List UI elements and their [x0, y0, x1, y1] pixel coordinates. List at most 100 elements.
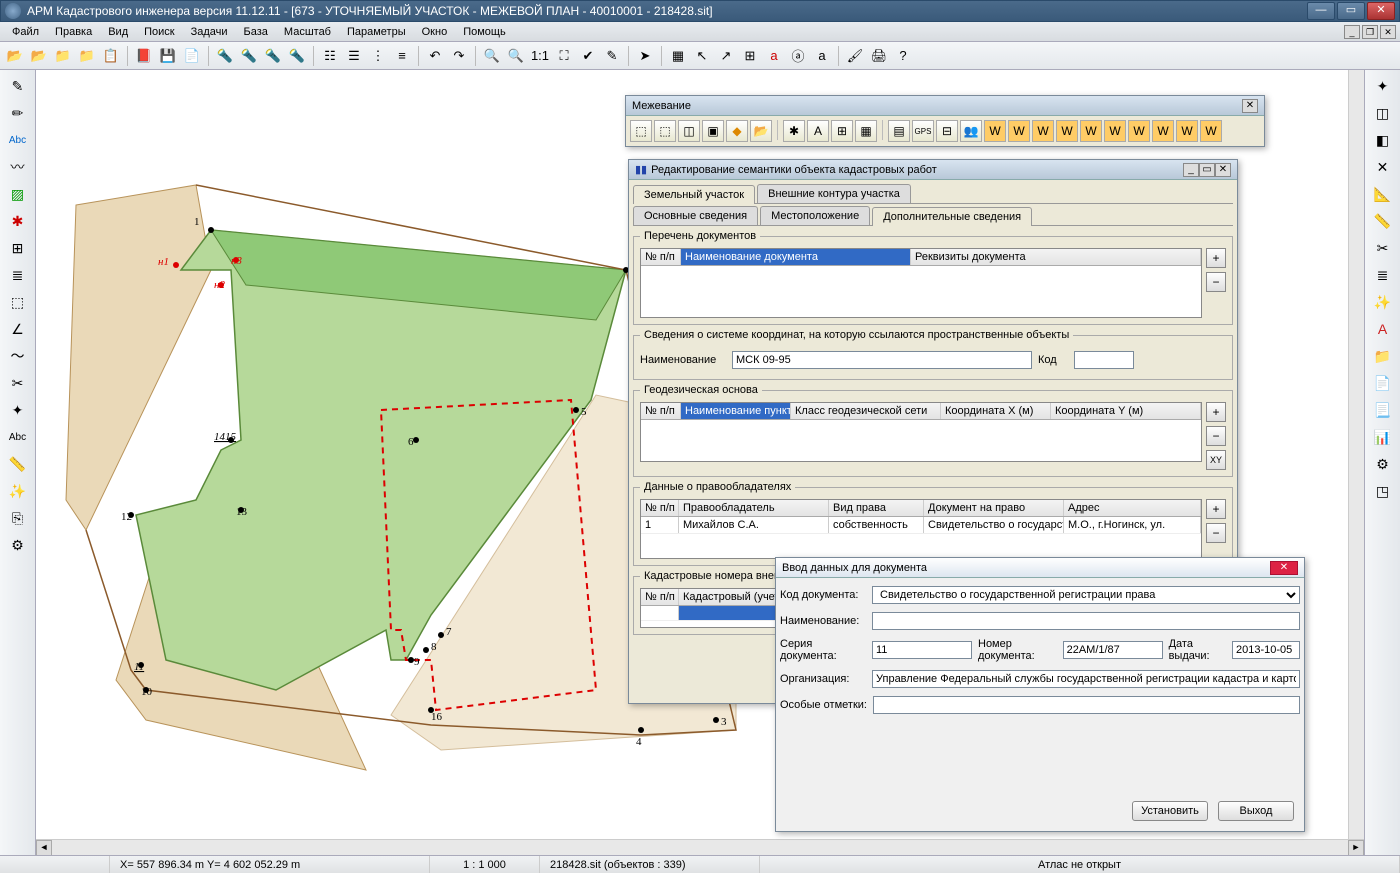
geo-xy-button[interactable]: XY: [1206, 450, 1226, 470]
doc-number-input[interactable]: [1063, 641, 1163, 659]
scissors-icon[interactable]: ✂: [6, 371, 30, 395]
coordsys-code-input[interactable]: [1074, 351, 1134, 369]
vertical-scrollbar[interactable]: [1348, 70, 1364, 839]
curve-icon[interactable]: 〜: [6, 344, 30, 368]
menu-scale[interactable]: Масштаб: [276, 24, 339, 40]
menu-file[interactable]: Файл: [4, 24, 47, 40]
r-tool3-icon[interactable]: ◧: [1371, 128, 1395, 152]
polyline-icon[interactable]: 〰: [6, 155, 30, 179]
r-compass-icon[interactable]: ✕: [1371, 155, 1395, 179]
cursor2-icon[interactable]: ↖: [691, 45, 713, 67]
doc-ok-button[interactable]: Установить: [1132, 801, 1208, 821]
open4-icon[interactable]: 📁: [76, 45, 98, 67]
print-icon[interactable]: 🖨: [868, 45, 890, 67]
mt-a-icon[interactable]: A: [807, 120, 829, 142]
table-icon[interactable]: ▦: [667, 45, 689, 67]
owner-remove-button[interactable]: −: [1206, 523, 1226, 543]
semantics-close-button[interactable]: ✕: [1215, 163, 1231, 177]
open2-icon[interactable]: 📂: [28, 45, 50, 67]
menu-help[interactable]: Помощь: [455, 24, 514, 40]
r-tool-last-icon[interactable]: ◳: [1371, 479, 1395, 503]
cursor3-icon[interactable]: ↗: [715, 45, 737, 67]
zoomout-icon[interactable]: 🔍: [505, 45, 527, 67]
mt-poly1-icon[interactable]: ⬚: [630, 120, 652, 142]
flashlight3-icon[interactable]: 🔦: [262, 45, 284, 67]
flashlight1-icon[interactable]: 🔦: [214, 45, 236, 67]
doc-date-input[interactable]: [1232, 641, 1300, 659]
menu-base[interactable]: База: [236, 24, 276, 40]
doc-org-input[interactable]: [872, 670, 1300, 688]
pen-icon[interactable]: ✎: [6, 74, 30, 98]
r-doc-icon[interactable]: 📄: [1371, 371, 1395, 395]
mdi-min-button[interactable]: _: [1344, 25, 1360, 39]
mt-diamond-icon[interactable]: ◆: [726, 120, 748, 142]
ruler-icon[interactable]: 📏: [6, 452, 30, 476]
mt-w1-icon[interactable]: W: [984, 120, 1006, 142]
mdi-close-button[interactable]: ✕: [1380, 25, 1396, 39]
mt-w3-icon[interactable]: W: [1032, 120, 1054, 142]
menu-tasks[interactable]: Задачи: [183, 24, 236, 40]
mt-poly4-icon[interactable]: ▣: [702, 120, 724, 142]
mt-org-icon[interactable]: 👥: [960, 120, 982, 142]
mt-w2-icon[interactable]: W: [1008, 120, 1030, 142]
mt-open-icon[interactable]: 📂: [750, 120, 772, 142]
subtab-location[interactable]: Местоположение: [760, 206, 870, 225]
undo-icon[interactable]: ↶: [424, 45, 446, 67]
r-gear-icon[interactable]: ⚙: [1371, 452, 1395, 476]
doc-cancel-button[interactable]: Выход: [1218, 801, 1294, 821]
mt-w6-icon[interactable]: W: [1104, 120, 1126, 142]
survey-toolbar-close-button[interactable]: ✕: [1242, 99, 1258, 113]
menu-window[interactable]: Окно: [414, 24, 456, 40]
text-abc-icon[interactable]: Abc: [6, 128, 30, 152]
r-doc2-icon[interactable]: 📃: [1371, 398, 1395, 422]
text-a2-icon[interactable]: ⓐ: [787, 45, 809, 67]
open3-icon[interactable]: 📁: [52, 45, 74, 67]
document-dialog-close-button[interactable]: ✕: [1270, 561, 1298, 575]
scroll-left-button[interactable]: ◄: [36, 840, 52, 856]
document-dialog[interactable]: Ввод данных для документа ✕ Код документ…: [775, 557, 1305, 832]
r-text-icon[interactable]: A: [1371, 317, 1395, 341]
menu-view[interactable]: Вид: [100, 24, 136, 40]
geo-remove-button[interactable]: −: [1206, 426, 1226, 446]
book-icon[interactable]: 📕: [133, 45, 155, 67]
zoomin-icon[interactable]: 🔍: [481, 45, 503, 67]
mt-grid-icon[interactable]: ⊞: [831, 120, 853, 142]
maximize-button[interactable]: ▭: [1337, 2, 1365, 20]
gear-icon[interactable]: ⚙: [6, 533, 30, 557]
menu-params[interactable]: Параметры: [339, 24, 414, 40]
flashlight4-icon[interactable]: 🔦: [286, 45, 308, 67]
mt-w5-icon[interactable]: W: [1080, 120, 1102, 142]
coordsys-name-input[interactable]: [732, 351, 1032, 369]
layers-icon[interactable]: ☷: [319, 45, 341, 67]
mt-w8-icon[interactable]: W: [1152, 120, 1174, 142]
owner-add-button[interactable]: +: [1206, 499, 1226, 519]
list2-icon[interactable]: ≡: [391, 45, 413, 67]
r-ruler-icon[interactable]: 📏: [1371, 209, 1395, 233]
r-tool2-icon[interactable]: ◫: [1371, 101, 1395, 125]
magic-icon[interactable]: ✨: [6, 479, 30, 503]
mt-poly2-icon[interactable]: ⬚: [654, 120, 676, 142]
redo-icon[interactable]: ↷: [448, 45, 470, 67]
check-icon[interactable]: ✔: [577, 45, 599, 67]
mt-pattern-icon[interactable]: ▦: [855, 120, 877, 142]
subtab-main[interactable]: Основные сведения: [633, 206, 758, 225]
minimize-button[interactable]: —: [1307, 2, 1335, 20]
list1-icon[interactable]: ☰: [343, 45, 365, 67]
survey-toolbar-panel[interactable]: Межевание ✕ ⬚ ⬚ ◫ ▣ ◆ 📂 ✱ A ⊞ ▦ ▤ GPS ⊟ …: [625, 95, 1265, 147]
mt-w10-icon[interactable]: W: [1200, 120, 1222, 142]
subtab-additional[interactable]: Дополнительные сведения: [872, 207, 1032, 226]
select-icon[interactable]: ⬚: [6, 290, 30, 314]
grid2-icon[interactable]: ⊞: [6, 236, 30, 260]
r-measure-icon[interactable]: 📐: [1371, 182, 1395, 206]
r-stack-icon[interactable]: ≣: [1371, 263, 1395, 287]
doc-name-input[interactable]: [872, 612, 1300, 630]
hatch-icon[interactable]: ▨: [6, 182, 30, 206]
scroll-right-button[interactable]: ►: [1348, 840, 1364, 856]
horizontal-scrollbar[interactable]: ◄ ►: [36, 839, 1364, 855]
bullets-icon[interactable]: ⋮: [367, 45, 389, 67]
docs-add-button[interactable]: +: [1206, 248, 1226, 268]
cursor-icon[interactable]: ➤: [634, 45, 656, 67]
doc-notes-input[interactable]: [873, 696, 1300, 714]
r-tool1-icon[interactable]: ✦: [1371, 74, 1395, 98]
flashlight2-icon[interactable]: 🔦: [238, 45, 260, 67]
